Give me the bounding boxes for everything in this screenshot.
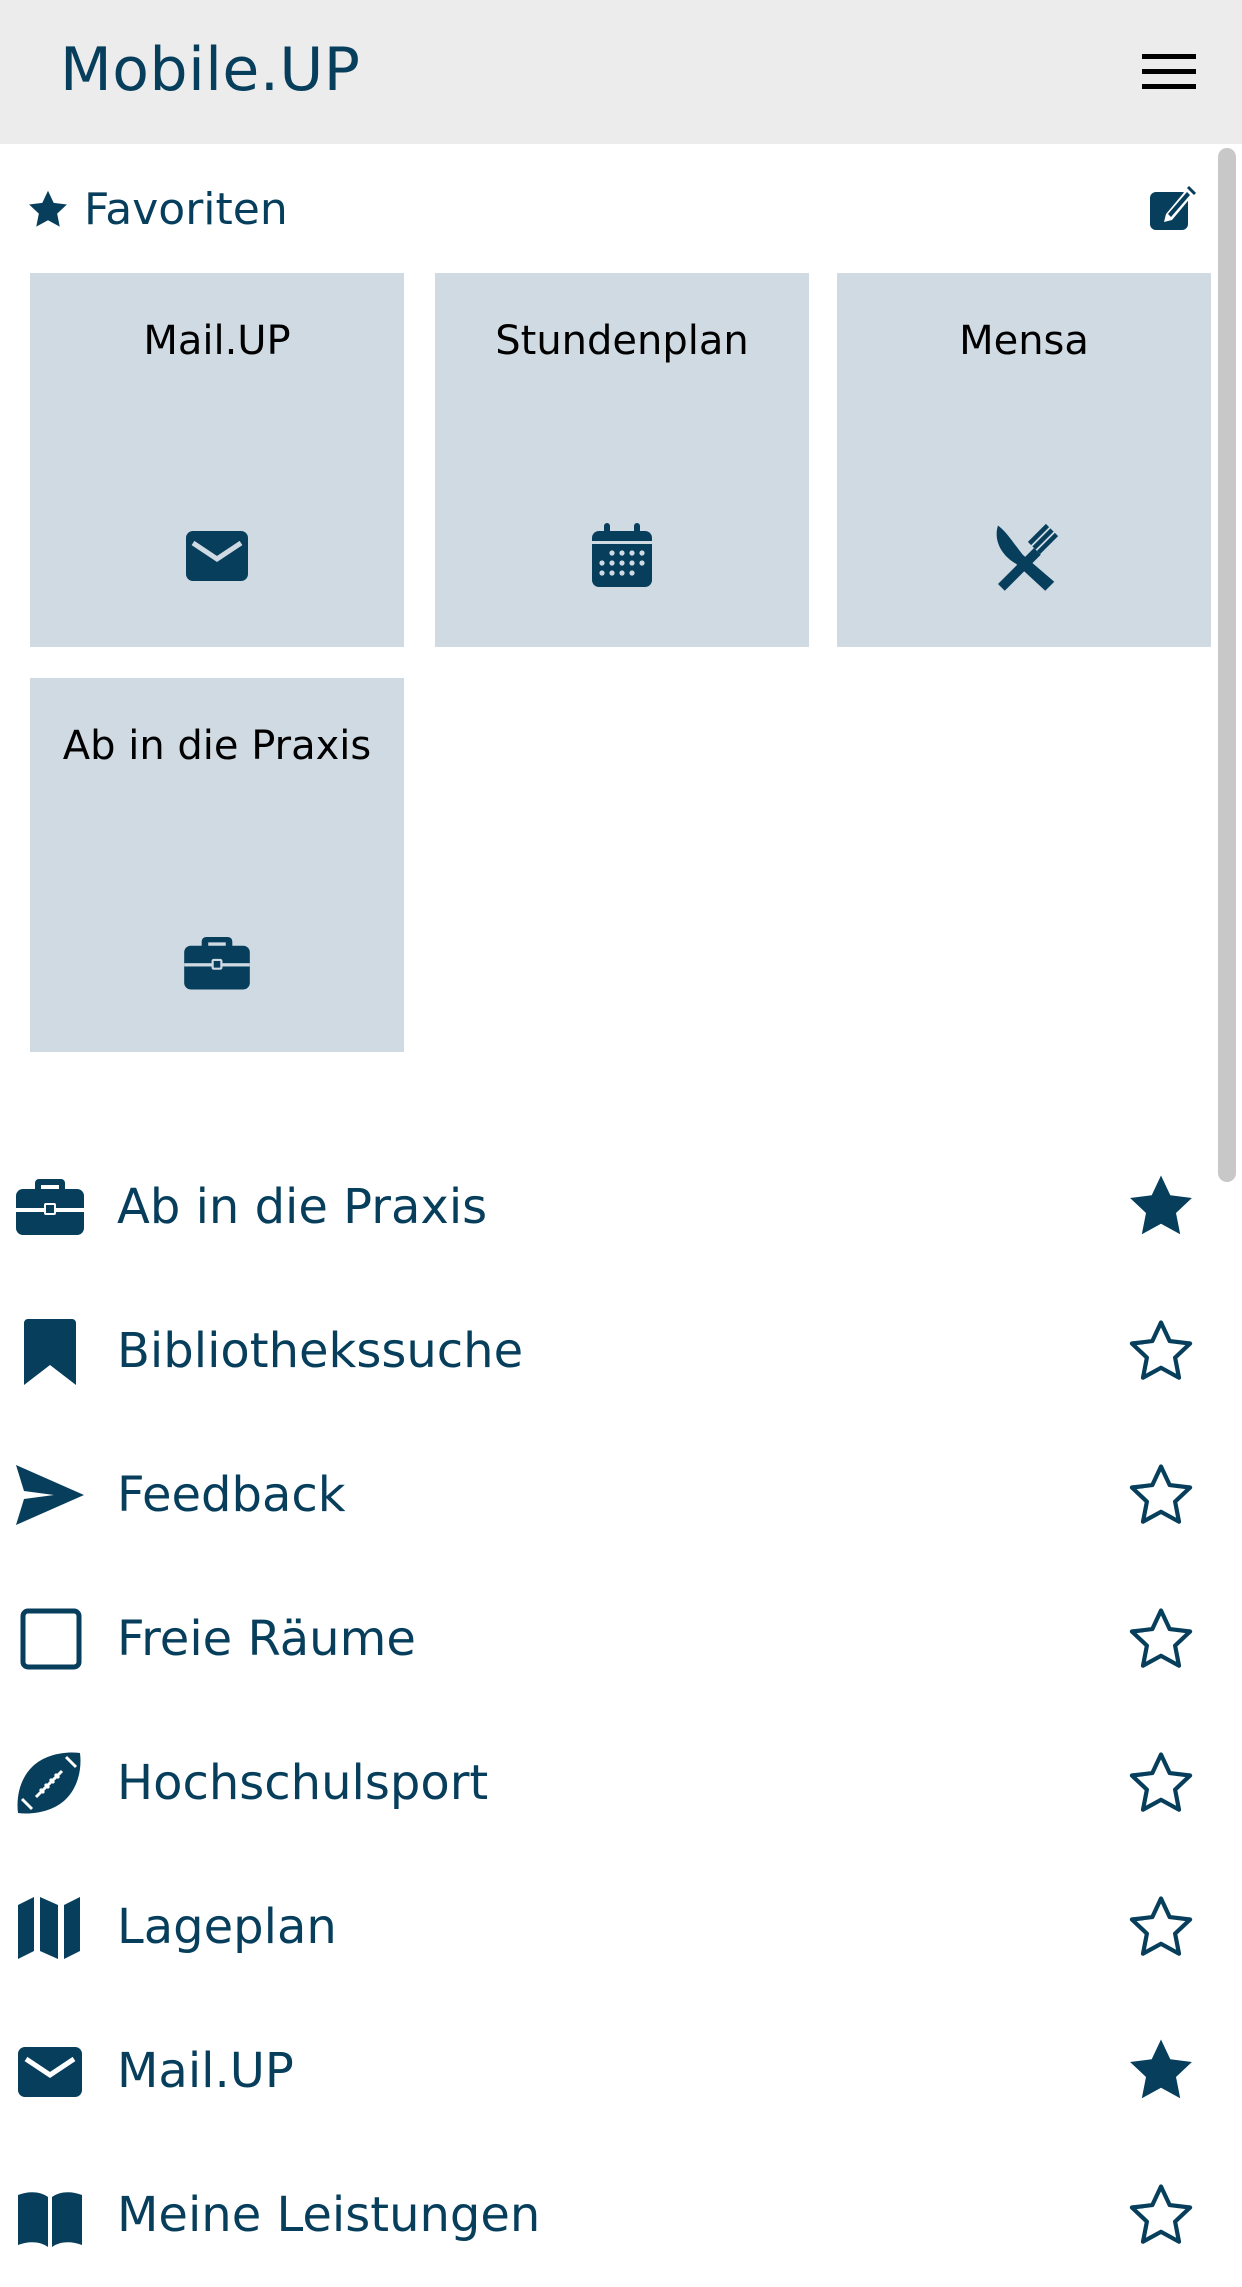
tile-label: Mensa [959,318,1089,364]
favorite-tile-mensa[interactable]: Mensa [837,273,1211,647]
book-open-icon [18,2192,82,2247]
list-item-label: Bibliothekssuche [117,1323,524,1379]
star-filled-icon[interactable] [1124,1171,1198,1243]
list-item-freie-raeume[interactable]: Freie Räume [0,1567,1242,1711]
list-item-bibliothekssuche[interactable]: Bibliothekssuche [0,1279,1242,1423]
favorite-tile-mail[interactable]: Mail.UP [30,273,404,647]
football-icon [17,1752,81,1814]
tile-label: Mail.UP [143,318,291,364]
list-item-hochschulsport[interactable]: Hochschulsport [0,1711,1242,1855]
star-outline-icon[interactable] [1124,2179,1198,2251]
list-item-meine-leistungen[interactable]: Meine Leistungen [0,2143,1242,2287]
briefcase-icon [16,1179,84,1235]
list-item-ab-in-die-praxis[interactable]: Ab in die Praxis [0,1135,1242,1279]
star-icon [29,190,67,227]
star-outline-icon[interactable] [1124,1747,1198,1819]
briefcase-icon [184,936,250,990]
list-item-label: Feedback [117,1467,346,1523]
list-item-label: Mail.UP [117,2043,294,2099]
list-item-label: Meine Leistungen [117,2187,541,2243]
square-icon [20,1608,82,1670]
app-title: Mobile.UP [60,35,361,105]
calendar-icon [592,523,652,587]
star-outline-icon[interactable] [1124,1891,1198,1963]
list-item-label: Ab in die Praxis [117,1179,488,1235]
bookmark-icon [24,1319,76,1385]
hamburger-menu-icon[interactable] [1132,44,1202,100]
list-item-feedback[interactable]: Feedback [0,1423,1242,1567]
tile-label: Ab in die Praxis [62,723,372,769]
favorites-title: Favoriten [84,184,288,235]
scrollbar[interactable] [1218,148,1236,1182]
star-outline-icon[interactable] [1124,1603,1198,1675]
list-item-label: Hochschulsport [117,1755,489,1811]
favorite-tile-praxis[interactable]: Ab in die Praxis [30,678,404,1052]
list-item-mail-up[interactable]: Mail.UP [0,1999,1242,2143]
edit-icon[interactable] [1140,178,1200,238]
star-outline-icon[interactable] [1124,1315,1198,1387]
utensils-icon [996,523,1059,591]
star-filled-icon[interactable] [1124,2035,1198,2107]
app-header: Mobile.UP [0,0,1242,144]
list-item-label: Freie Räume [117,1611,416,1667]
envelope-icon [18,2047,82,2097]
favorite-tile-stundenplan[interactable]: Stundenplan [435,273,809,647]
star-outline-icon[interactable] [1124,1459,1198,1531]
map-icon [18,1897,80,1959]
envelope-icon [186,531,248,581]
list-item-label: Lageplan [117,1899,337,1955]
list-item-lageplan[interactable]: Lageplan [0,1855,1242,1999]
paper-plane-icon [16,1465,84,1525]
favorites-header: Favoriten [26,178,1206,242]
tile-label: Stundenplan [495,318,749,364]
